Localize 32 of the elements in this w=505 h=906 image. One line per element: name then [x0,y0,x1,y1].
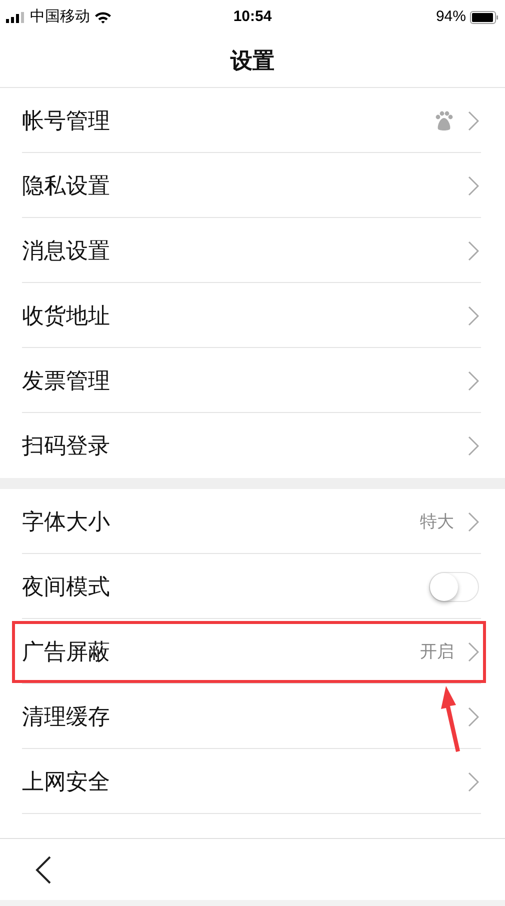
row-label: 收货地址 [22,302,111,330]
row-label: 广告屏蔽 [22,638,111,666]
row-label: 发票管理 [22,367,111,395]
page-title: 设置 [230,47,274,75]
chevron-icon [468,110,479,130]
wifi-icon [94,10,112,24]
clock-time: 10:54 [233,6,272,27]
chevron-icon [468,642,479,662]
row-label: 字体大小 [22,508,111,536]
chevron-icon [468,512,479,532]
row-label: 上网安全 [22,768,111,796]
chevron-icon [468,706,479,726]
carrier-name: 中国移动 [30,6,90,27]
chevron-icon [468,240,479,260]
row-label: 扫码登录 [22,432,111,460]
row-label: 消息设置 [22,237,111,265]
chevron-icon [468,436,479,456]
chevron-icon [468,772,479,792]
signal-icon [6,12,26,22]
row-value: 开启 [420,640,454,663]
chevron-icon [468,306,479,326]
battery-percent: 94% [436,6,466,27]
row-value: 特大 [420,510,454,533]
chevron-icon [468,370,479,390]
row-label: 隐私设置 [22,172,111,200]
chevron-icon [468,176,479,196]
row-label: 夜间模式 [22,573,111,601]
row-label: 帐号管理 [22,107,111,135]
row-label: 清理缓存 [22,703,111,731]
battery-icon [470,10,499,24]
night-mode-switch[interactable] [429,572,479,602]
back-icon[interactable] [34,856,52,884]
